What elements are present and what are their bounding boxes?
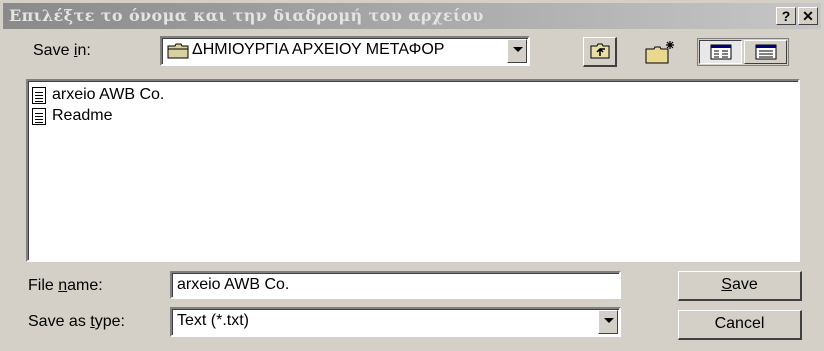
up-one-level-icon bbox=[590, 43, 610, 59]
save-as-type-dropdown-arrow[interactable] bbox=[598, 310, 618, 334]
title-bar[interactable]: Επιλέξτε το όνομα και την διαδρομή του α… bbox=[3, 3, 821, 29]
list-item[interactable]: Readme bbox=[32, 106, 112, 126]
up-one-level-button[interactable] bbox=[583, 37, 617, 67]
save-as-type-dropdown[interactable]: Text (*.txt) bbox=[170, 307, 621, 337]
save-as-dialog: Επιλέξτε το όνομα και την διαδρομή του α… bbox=[0, 0, 824, 351]
save-in-dropdown-arrow[interactable] bbox=[507, 39, 527, 63]
file-name-label: File name: bbox=[28, 277, 103, 294]
details-view-icon bbox=[755, 44, 777, 60]
window-title: Επιλέξτε το όνομα και την διαδρομή του α… bbox=[9, 6, 484, 25]
file-name: Readme bbox=[52, 107, 113, 124]
text-file-icon bbox=[32, 107, 46, 125]
file-list[interactable]: arxeio AWB Co. Readme bbox=[26, 79, 800, 262]
folder-icon bbox=[167, 43, 189, 59]
save-in-value: ΔΗΜΙΟΥΡΓΙΑ ΑΡΧΕΙΟΥ ΜΕΤΑΦΟΡ bbox=[192, 41, 445, 58]
save-as-type-label: Save as type: bbox=[28, 313, 125, 330]
text-file-icon bbox=[32, 86, 46, 104]
view-toggle-group bbox=[697, 38, 789, 66]
save-button[interactable]: Save bbox=[678, 271, 802, 301]
close-button[interactable]: ✕ bbox=[798, 7, 818, 25]
file-name-input[interactable]: arxeio AWB Co. bbox=[170, 271, 621, 299]
details-view-button[interactable] bbox=[744, 40, 787, 64]
file-name: arxeio AWB Co. bbox=[52, 86, 165, 103]
list-view-button[interactable] bbox=[699, 40, 742, 64]
list-view-icon bbox=[710, 44, 732, 60]
help-button[interactable]: ? bbox=[776, 7, 796, 25]
cancel-button[interactable]: Cancel bbox=[678, 310, 802, 340]
save-as-type-value: Text (*.txt) bbox=[177, 312, 250, 329]
save-in-label: Save in: bbox=[33, 42, 91, 59]
list-item[interactable]: arxeio AWB Co. bbox=[32, 85, 164, 105]
file-name-value: arxeio AWB Co. bbox=[177, 276, 290, 293]
save-in-dropdown[interactable]: ΔΗΜΙΟΥΡΓΙΑ ΑΡΧΕΙΟΥ ΜΕΤΑΦΟΡ bbox=[160, 36, 530, 66]
create-new-folder-button[interactable] bbox=[640, 37, 680, 67]
create-new-folder-icon bbox=[645, 41, 674, 64]
